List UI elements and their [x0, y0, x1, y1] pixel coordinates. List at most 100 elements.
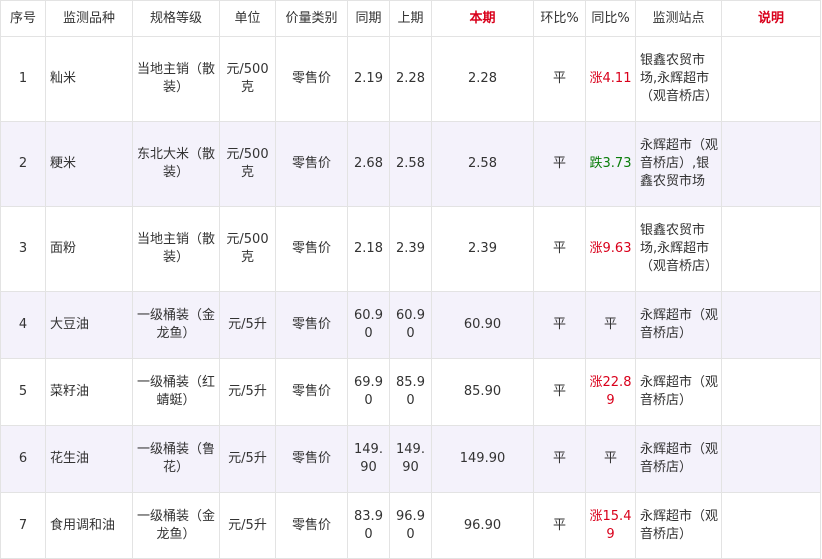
cell-mom: 平 [533, 36, 586, 122]
cell-prev: 2.58 [389, 121, 432, 207]
cell-yoy: 跌3.73 [585, 121, 636, 207]
table-row: 6 花生油 一级桶装（鲁花） 元/5升 零售价 149.90 149.90 149.90 平平永… [0, 425, 821, 493]
cell-same: 2.18 [347, 206, 390, 292]
cell-name: 籼米 [45, 36, 133, 122]
table-row: 4 大豆油 一级桶装（金龙鱼） 元/5升 零售价 60.90 60.90 60.90 平平永辉超… [0, 291, 821, 359]
cell-kind: 零售价 [275, 358, 348, 426]
cell-kind: 零售价 [275, 492, 348, 559]
cell-prev: 149.90 [389, 425, 432, 493]
cell-cur: 2.28 [431, 36, 534, 122]
cell-site: 银鑫农贸市场,永辉超市（观音桥店） [635, 36, 722, 122]
header-no: 序号 [0, 0, 46, 37]
cell-no: 3 [0, 206, 46, 292]
cell-note [721, 291, 821, 359]
cell-name: 面粉 [45, 206, 133, 292]
cell-site: 永辉超市（观音桥店） [635, 425, 722, 493]
cell-prev: 60.90 [389, 291, 432, 359]
cell-no: 4 [0, 291, 46, 359]
cell-name: 菜籽油 [45, 358, 133, 426]
table-row: 2 粳米 东北大米（散装） 元/500克 零售价 2.68 2.58 2.58 平跌3.73 永辉… [0, 121, 821, 207]
header-row: 序号 监测品种 规格等级 单位 价量类别 同期 上期 本期 环比% 同比% 监测… [0, 0, 821, 37]
cell-no: 2 [0, 121, 46, 207]
cell-same: 2.19 [347, 36, 390, 122]
cell-name: 花生油 [45, 425, 133, 493]
cell-note [721, 358, 821, 426]
cell-no: 7 [0, 492, 46, 559]
cell-site: 永辉超市（观音桥店） [635, 291, 722, 359]
cell-same: 69.90 [347, 358, 390, 426]
cell-site: 永辉超市（观音桥店） [635, 492, 722, 559]
cell-site: 永辉超市（观音桥店）,银鑫农贸市场 [635, 121, 722, 207]
cell-yoy: 平 [585, 291, 636, 359]
header-prev: 上期 [389, 0, 432, 37]
cell-site: 银鑫农贸市场,永辉超市（观音桥店） [635, 206, 722, 292]
cell-cur: 149.90 [431, 425, 534, 493]
cell-same: 60.90 [347, 291, 390, 359]
cell-unit: 元/500克 [219, 206, 276, 292]
header-cur: 本期 [431, 0, 534, 37]
header-name: 监测品种 [45, 0, 133, 37]
cell-spec: 当地主销（散装） [132, 206, 220, 292]
cell-prev: 85.90 [389, 358, 432, 426]
price-monitor-table: 序号 监测品种 规格等级 单位 价量类别 同期 上期 本期 环比% 同比% 监测… [0, 0, 821, 559]
cell-kind: 零售价 [275, 36, 348, 122]
cell-note [721, 492, 821, 559]
cell-kind: 零售价 [275, 291, 348, 359]
cell-note [721, 206, 821, 292]
cell-unit: 元/5升 [219, 291, 276, 359]
cell-name: 大豆油 [45, 291, 133, 359]
header-yoy: 同比% [585, 0, 636, 37]
cell-prev: 2.28 [389, 36, 432, 122]
cell-name: 食用调和油 [45, 492, 133, 559]
cell-site: 永辉超市（观音桥店） [635, 358, 722, 426]
cell-spec: 东北大米（散装） [132, 121, 220, 207]
cell-kind: 零售价 [275, 425, 348, 493]
cell-cur: 85.90 [431, 358, 534, 426]
cell-note [721, 121, 821, 207]
cell-note [721, 425, 821, 493]
cell-yoy: 涨9.63 [585, 206, 636, 292]
cell-spec: 一级桶装（红蜻蜓） [132, 358, 220, 426]
cell-yoy: 涨15.49 [585, 492, 636, 559]
header-note: 说明 [721, 0, 821, 37]
cell-kind: 零售价 [275, 121, 348, 207]
cell-mom: 平 [533, 358, 586, 426]
header-spec: 规格等级 [132, 0, 220, 37]
cell-no: 5 [0, 358, 46, 426]
cell-name: 粳米 [45, 121, 133, 207]
cell-cur: 96.90 [431, 492, 534, 559]
cell-yoy: 涨4.11 [585, 36, 636, 122]
cell-spec: 一级桶装（金龙鱼） [132, 492, 220, 559]
cell-cur: 60.90 [431, 291, 534, 359]
cell-cur: 2.58 [431, 121, 534, 207]
cell-unit: 元/500克 [219, 36, 276, 122]
table-body: 1 籼米 当地主销（散装） 元/500克 零售价 2.19 2.28 2.28 平涨4.11 银鑫… [0, 36, 821, 559]
cell-same: 83.90 [347, 492, 390, 559]
header-same: 同期 [347, 0, 390, 37]
cell-prev: 96.90 [389, 492, 432, 559]
table-row: 3 面粉 当地主销（散装） 元/500克 零售价 2.18 2.39 2.39 平涨9.63 银鑫… [0, 206, 821, 292]
header-site: 监测站点 [635, 0, 722, 37]
cell-note [721, 36, 821, 122]
cell-spec: 一级桶装（金龙鱼） [132, 291, 220, 359]
table-row: 7 食用调和油 一级桶装（金龙鱼） 元/5升 零售价 83.90 96.90 96.90 平涨1… [0, 492, 821, 559]
cell-mom: 平 [533, 291, 586, 359]
cell-cur: 2.39 [431, 206, 534, 292]
cell-yoy: 平 [585, 425, 636, 493]
cell-mom: 平 [533, 206, 586, 292]
cell-spec: 当地主销（散装） [132, 36, 220, 122]
header-unit: 单位 [219, 0, 276, 37]
cell-unit: 元/5升 [219, 492, 276, 559]
cell-prev: 2.39 [389, 206, 432, 292]
cell-yoy: 涨22.89 [585, 358, 636, 426]
cell-mom: 平 [533, 492, 586, 559]
cell-no: 1 [0, 36, 46, 122]
cell-kind: 零售价 [275, 206, 348, 292]
cell-mom: 平 [533, 425, 586, 493]
cell-same: 149.90 [347, 425, 390, 493]
cell-unit: 元/5升 [219, 358, 276, 426]
cell-unit: 元/5升 [219, 425, 276, 493]
cell-spec: 一级桶装（鲁花） [132, 425, 220, 493]
cell-mom: 平 [533, 121, 586, 207]
table-row: 5 菜籽油 一级桶装（红蜻蜓） 元/5升 零售价 69.90 85.90 85.90 平涨22.… [0, 358, 821, 426]
